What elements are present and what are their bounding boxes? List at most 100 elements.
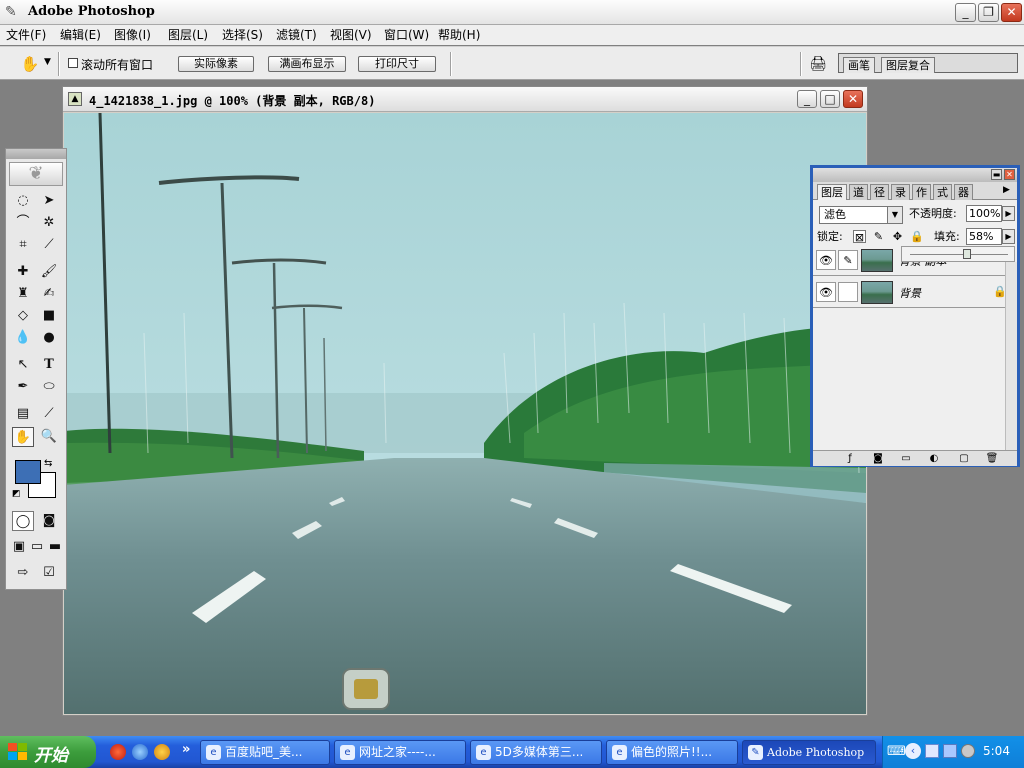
hand-icon[interactable]: ✋: [20, 54, 40, 74]
lock-all-icon[interactable]: 🔒: [910, 230, 924, 243]
minimize-button[interactable]: _: [955, 3, 976, 22]
taskbar-item-url-home[interactable]: e 网址之家----...: [334, 740, 466, 765]
new-group-folder-icon[interactable]: ▭: [899, 452, 913, 465]
tab-layers[interactable]: 图层: [817, 184, 847, 200]
tab-history[interactable]: 录: [891, 184, 910, 200]
quick-mask-mode-icon[interactable]: ◙: [38, 511, 60, 531]
layer-style-icon[interactable]: ƒ: [843, 452, 857, 465]
layer-visibility-eye-icon[interactable]: 👁: [816, 250, 836, 270]
menu-image[interactable]: 图像(I): [114, 27, 151, 43]
taskbar-item-photoshop[interactable]: ✎ Adobe Photoshop: [742, 740, 876, 765]
menu-window[interactable]: 窗口(W): [384, 27, 429, 43]
eraser-tool-icon[interactable]: ◇: [12, 306, 34, 326]
move-tool-icon[interactable]: ➤: [38, 191, 60, 211]
document-title-bar[interactable]: ▲ 4_1421838_1.jpg @ 100% (背景 副本, RGB/8) …: [63, 87, 867, 112]
healing-brush-tool-icon[interactable]: ✚: [12, 262, 34, 282]
menu-view[interactable]: 视图(V): [330, 27, 372, 43]
hand-tool-icon[interactable]: ✋: [12, 427, 34, 447]
layers-scrollbar[interactable]: [1005, 262, 1017, 450]
slice-tool-icon[interactable]: ⟋: [38, 235, 60, 255]
fill-input[interactable]: 58%: [966, 228, 1002, 245]
fit-on-screen-button[interactable]: 满画布显示: [268, 56, 346, 72]
tool-preset-chevron-down-icon[interactable]: ▼: [44, 57, 51, 67]
layer-active-brush-icon[interactable]: ✎: [838, 250, 858, 270]
ellipse-shape-tool-icon[interactable]: ⬭: [38, 377, 60, 397]
network-icon[interactable]: [925, 744, 939, 758]
new-layer-icon[interactable]: ▢: [957, 452, 971, 465]
doc-close-button[interactable]: ✕: [843, 90, 863, 108]
standard-mode-icon[interactable]: ◯: [12, 511, 34, 531]
taskbar-item-color-cast-photo[interactable]: e 偏色的照片!!...: [606, 740, 738, 765]
start-button[interactable]: 开始: [0, 736, 96, 768]
tab-channels[interactable]: 道: [849, 184, 868, 200]
taskbar-item-baidu-tieba[interactable]: e 百度贴吧_美...: [200, 740, 330, 765]
menu-select[interactable]: 选择(S): [222, 27, 263, 43]
tray-collapse-chevron-icon[interactable]: ‹: [905, 743, 921, 759]
dodge-tool-icon[interactable]: ●: [38, 328, 60, 348]
layers-palette-header[interactable]: ▬ ✕: [813, 168, 1017, 182]
lock-position-move-icon[interactable]: ✥: [891, 230, 904, 243]
scroll-all-checkbox[interactable]: [68, 58, 78, 68]
crop-tool-icon[interactable]: ⌗: [12, 235, 34, 255]
layer-row-background[interactable]: 👁 背景 🔒: [813, 278, 1017, 308]
actual-pixels-button[interactable]: 实际像素: [178, 56, 254, 72]
photoshop-feather-icon[interactable]: ❦: [9, 162, 63, 186]
chevron-down-icon[interactable]: ▼: [887, 206, 903, 224]
default-colors-icon[interactable]: ◩: [12, 489, 21, 499]
close-button[interactable]: ✕: [1001, 3, 1022, 22]
volume-icon[interactable]: [961, 744, 975, 758]
standard-screen-mode-icon[interactable]: ▣: [10, 537, 28, 557]
tab-actions[interactable]: 作: [912, 184, 931, 200]
add-mask-icon[interactable]: ◙: [871, 452, 885, 465]
edit-in-imageready-icon[interactable]: ☑: [38, 563, 60, 583]
image-canvas[interactable]: [64, 113, 866, 714]
foreground-color-swatch[interactable]: [15, 460, 41, 484]
print-size-button[interactable]: 打印尺寸: [358, 56, 436, 72]
tab-navigator[interactable]: 器: [954, 184, 973, 200]
opacity-slider-arrow-icon[interactable]: ▶: [1002, 206, 1015, 221]
menu-filter[interactable]: 滤镜(T): [276, 27, 317, 43]
path-selection-tool-icon[interactable]: ↖: [12, 355, 34, 375]
pen-tool-icon[interactable]: ✒: [12, 377, 34, 397]
quicklaunch-browser-icon[interactable]: [110, 744, 126, 760]
fill-slider-popup[interactable]: [901, 246, 1015, 262]
lock-transparency-icon[interactable]: ⊠: [853, 230, 866, 244]
menu-layer[interactable]: 图层(L): [168, 27, 208, 43]
zoom-tool-icon[interactable]: 🔍: [38, 427, 60, 447]
marquee-tool-icon[interactable]: ◌: [12, 191, 34, 211]
tab-styles[interactable]: 式: [933, 184, 952, 200]
tab-paths[interactable]: 径: [870, 184, 889, 200]
keyboard-icon[interactable]: ⌨: [887, 744, 906, 759]
display-icon[interactable]: [943, 744, 957, 758]
menu-file[interactable]: 文件(F): [6, 27, 46, 43]
fill-slider-thumb[interactable]: [962, 249, 971, 259]
menu-edit[interactable]: 编辑(E): [60, 27, 101, 43]
lasso-tool-icon[interactable]: ⌒: [12, 213, 34, 233]
file-browser-icon[interactable]: 🖨: [808, 55, 828, 73]
palette-menu-arrow-icon[interactable]: ▶: [1003, 185, 1010, 195]
eyedropper-tool-icon[interactable]: ⟋: [38, 404, 60, 424]
adjustment-layer-icon[interactable]: ◐: [927, 452, 941, 465]
blur-tool-icon[interactable]: 💧: [12, 328, 34, 348]
layer-visibility-eye-icon[interactable]: 👁: [816, 282, 836, 302]
full-screen-menu-mode-icon[interactable]: ▭: [28, 537, 46, 557]
gradient-tool-icon[interactable]: ■: [38, 306, 60, 326]
taskbar-item-5d-multimedia[interactable]: e 5D多媒体第三...: [470, 740, 602, 765]
restore-button[interactable]: ❐: [978, 3, 999, 22]
type-tool-icon[interactable]: T: [38, 355, 60, 375]
brush-tool-icon[interactable]: 🖌: [38, 262, 60, 282]
trash-icon[interactable]: 🗑: [985, 452, 999, 465]
layer-comps-tab[interactable]: 图层复合: [881, 57, 935, 73]
doc-minimize-button[interactable]: _: [797, 90, 817, 108]
jump-to-imageready-icon[interactable]: ⇨: [12, 563, 34, 583]
lock-pixels-brush-icon[interactable]: ✎: [872, 230, 885, 243]
quicklaunch-media-player-icon[interactable]: [154, 744, 170, 760]
quicklaunch-messenger-icon[interactable]: [132, 744, 148, 760]
palette-close-button[interactable]: ✕: [1004, 169, 1015, 180]
toolbox-drag-handle[interactable]: [6, 149, 66, 159]
magic-wand-tool-icon[interactable]: ✲: [38, 213, 60, 233]
history-brush-tool-icon[interactable]: ✍: [38, 284, 60, 304]
brushes-tab[interactable]: 画笔: [843, 57, 875, 73]
swap-colors-icon[interactable]: ⇆: [44, 458, 52, 469]
palette-minimize-button[interactable]: ▬: [991, 169, 1002, 180]
